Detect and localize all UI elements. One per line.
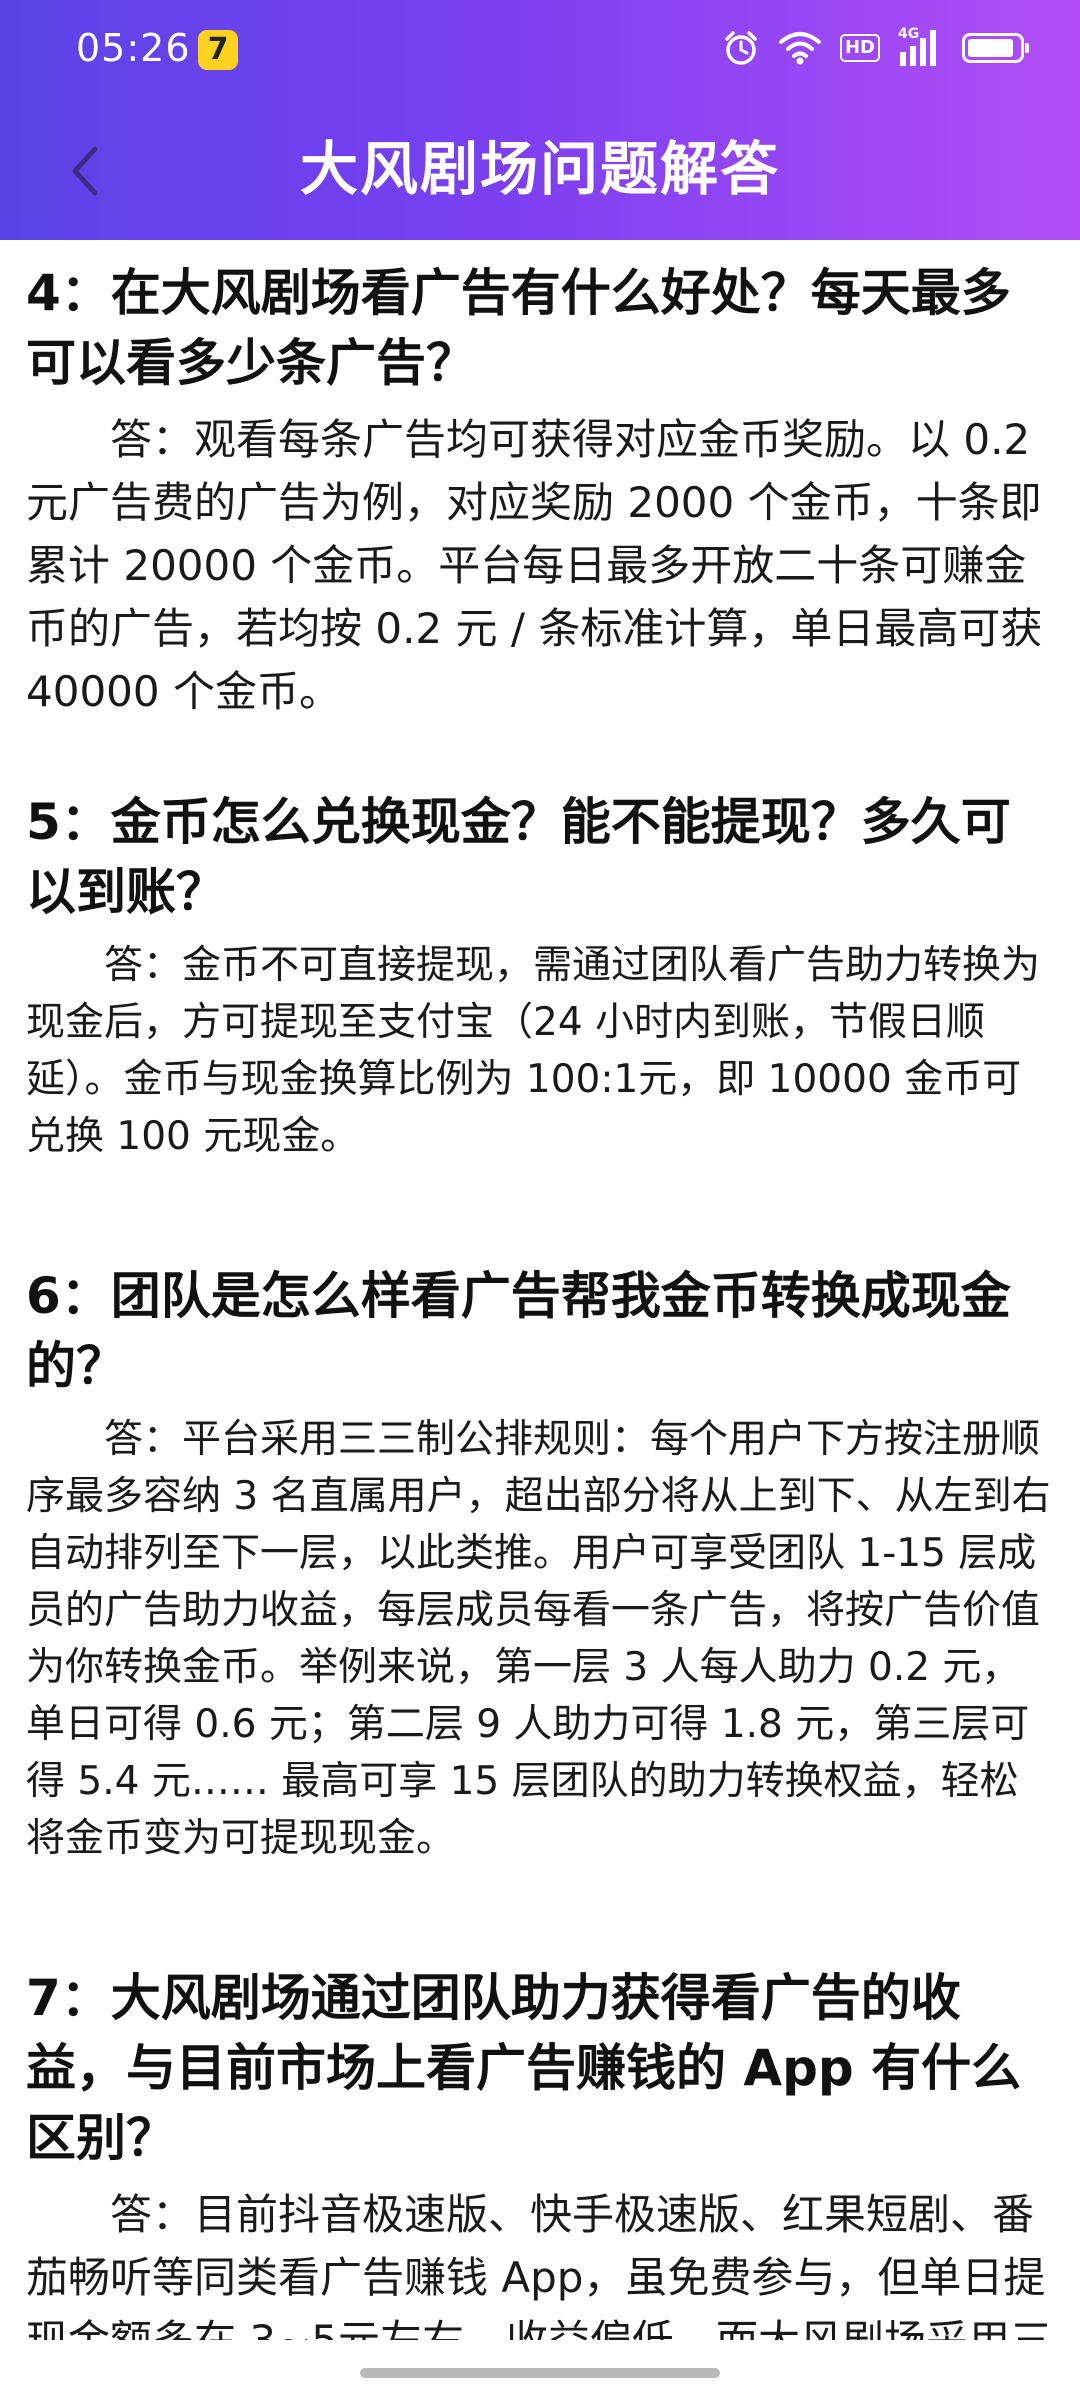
status-icons: HD 4G bbox=[722, 26, 1029, 68]
battery-icon bbox=[962, 33, 1029, 63]
app-bar: 大风剧场问题解答 bbox=[0, 100, 1080, 240]
faq-answer: 答：平台采用三三制公排规则：每个用户下方按注册顺序最多容纳 3 名直属用户，超出… bbox=[26, 1417, 1051, 1861]
alarm-icon bbox=[722, 29, 760, 67]
header-background: 05:26 7 HD 4G 大风剧场问题解答 bbox=[0, 0, 1080, 240]
faq-answer: 答：目前抖音极速版、快手极速版、红果短剧、番茄畅听等同类看广告赚钱 App，虽免… bbox=[26, 2190, 1052, 2340]
hd-icon: HD bbox=[839, 34, 880, 62]
faq-question: 5：金币怎么兑换现金？能不能提现？多久可以到账？ bbox=[26, 793, 1011, 921]
faq-content[interactable]: 4：在大风剧场看广告有什么好处？每天最多可以看多少条广告？ 答：观看每条广告均可… bbox=[26, 258, 1056, 2340]
faq-item: 4：在大风剧场看广告有什么好处？每天最多可以看多少条广告？ 答：观看每条广告均可… bbox=[26, 258, 1056, 723]
home-indicator[interactable] bbox=[360, 2368, 720, 2378]
status-time: 05:26 bbox=[76, 26, 191, 70]
faq-answer: 答：金币不可直接提现，需通过团队看广告助力转换为现金后，方可提现至支付宝（24 … bbox=[26, 943, 1041, 1159]
battery-level bbox=[968, 39, 1013, 57]
faq-item: 5：金币怎么兑换现金？能不能提现？多久可以到账？ 答：金币不可直接提现，需通过团… bbox=[26, 787, 1056, 1165]
faq-question: 6：团队是怎么样看广告帮我金币转换成现金的？ bbox=[26, 1267, 1011, 1395]
page-title: 大风剧场问题解答 bbox=[299, 135, 780, 203]
faq-item: 6：团队是怎么样看广告帮我金币转换成现金的？ 答：平台采用三三制公排规则：每个用… bbox=[26, 1261, 1056, 1867]
status-bar: 05:26 7 HD 4G bbox=[0, 0, 1080, 100]
signal-icon: 4G bbox=[898, 26, 944, 68]
faq-item: 7：大风剧场通过团队助力获得看广告的收益，与目前市场上看广告赚钱的 App 有什… bbox=[26, 1963, 1056, 2340]
app-notification-icon: 7 bbox=[198, 30, 238, 70]
faq-question: 4：在大风剧场看广告有什么好处？每天最多可以看多少条广告？ bbox=[26, 264, 1011, 392]
faq-question: 7：大风剧场通过团队助力获得看广告的收益，与目前市场上看广告赚钱的 App 有什… bbox=[26, 1969, 1022, 2167]
wifi-icon bbox=[778, 30, 822, 66]
faq-answer: 答：观看每条广告均可获得对应金币奖励。以 0.2 元广告费的广告为例，对应奖励 … bbox=[26, 415, 1043, 716]
